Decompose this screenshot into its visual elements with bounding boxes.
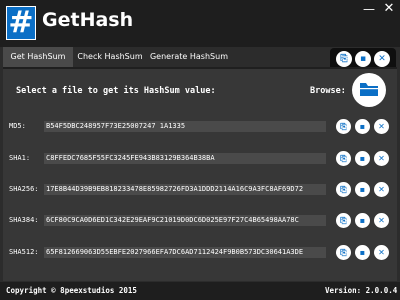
clear-icon[interactable]: ✕: [374, 245, 389, 260]
hash-field[interactable]: B54F5DBC248957F73E25007247 1A1335: [44, 121, 326, 132]
tab-get-hashsum[interactable]: Get HashSum: [3, 47, 73, 67]
hash-value: 65F812669063D55EBFE2027966EFA7DC6AD71124…: [46, 248, 304, 256]
hash-label: MD5:: [9, 122, 26, 130]
hash-row-md5: MD5: B54F5DBC248957F73E25007247 1A1335 ⎘…: [0, 118, 400, 136]
hash-value: C8FFEDC7685F55FC3245FE943B83129B364B38BA: [46, 154, 215, 162]
hash-field[interactable]: 17E8B44D39B9EB818233478E85982726FD3A1DDD…: [44, 184, 326, 195]
select-file-label: Select a file to get its HashSum value:: [16, 86, 216, 96]
save-icon[interactable]: ▪: [355, 119, 370, 134]
title-bar: # GetHash — ✕: [0, 0, 400, 47]
folder-icon: [360, 83, 378, 96]
hash-field[interactable]: 65F812669063D55EBFE2027966EFA7DC6AD71124…: [44, 247, 326, 258]
hash-row-sha256: SHA256: 17E8B44D39B9EB818233478E85982726…: [0, 181, 400, 199]
status-bar: Copyright © 8peexstudios 2015 Version: 2…: [0, 282, 400, 300]
copy-icon[interactable]: ⎘: [336, 119, 351, 134]
hash-value: B54F5DBC248957F73E25007247 1A1335: [46, 122, 186, 130]
save-icon[interactable]: ▪: [355, 245, 370, 260]
open-icon[interactable]: ⎘: [336, 51, 352, 67]
tab-check-hashsum[interactable]: Check HashSum: [73, 47, 147, 67]
close-icon[interactable]: ✕: [374, 51, 390, 67]
copy-icon[interactable]: ⎘: [336, 245, 351, 260]
copyright-text: Copyright © 8peexstudios 2015: [6, 286, 137, 295]
hash-row-sha512: SHA512: 65F812669063D55EBFE2027966EFA7DC…: [0, 244, 400, 262]
copy-icon[interactable]: ⎘: [336, 182, 351, 197]
hash-field[interactable]: 6CF80C9CA0D6ED1C342E29EAF9C21019D0DC6D02…: [44, 215, 326, 226]
minimize-button[interactable]: —: [362, 3, 376, 15]
hash-row-sha1: SHA1: C8FFEDC7685F55FC3245FE943B83129B36…: [0, 150, 400, 168]
hash-label: SHA256:: [9, 185, 39, 193]
hash-label: SHA384:: [9, 216, 39, 224]
copy-icon[interactable]: ⎘: [336, 213, 351, 228]
app-title: GetHash: [42, 9, 134, 31]
window-close-button[interactable]: ✕: [382, 2, 396, 15]
browse-button[interactable]: [352, 73, 386, 107]
hash-label: SHA1:: [9, 154, 31, 162]
clear-icon[interactable]: ✕: [374, 151, 389, 166]
clear-icon[interactable]: ✕: [374, 213, 389, 228]
save-icon[interactable]: ▪: [355, 213, 370, 228]
clear-icon[interactable]: ✕: [374, 182, 389, 197]
hash-label: SHA512:: [9, 248, 39, 256]
hash-value: 6CF80C9CA0D6ED1C342E29EAF9C21019D0DC6D02…: [46, 216, 299, 224]
hash-value: 17E8B44D39B9EB818233478E85982726FD3A1DDD…: [46, 185, 304, 193]
hash-field[interactable]: C8FFEDC7685F55FC3245FE943B83129B364B38BA: [44, 153, 326, 164]
copy-icon[interactable]: ⎘: [336, 151, 351, 166]
save-icon[interactable]: ▪: [355, 51, 371, 67]
save-icon[interactable]: ▪: [355, 182, 370, 197]
version-text: Version: 2.0.0.4: [325, 286, 398, 295]
save-icon[interactable]: ▪: [355, 151, 370, 166]
hash-icon: #: [8, 5, 34, 40]
browse-label: Browse:: [310, 86, 346, 96]
hash-row-sha384: SHA384: 6CF80C9CA0D6ED1C342E29EAF9C21019…: [0, 212, 400, 230]
tab-generate-hashsum[interactable]: Generate HashSum: [147, 47, 231, 67]
clear-icon[interactable]: ✕: [374, 119, 389, 134]
app-logo: #: [6, 6, 36, 40]
